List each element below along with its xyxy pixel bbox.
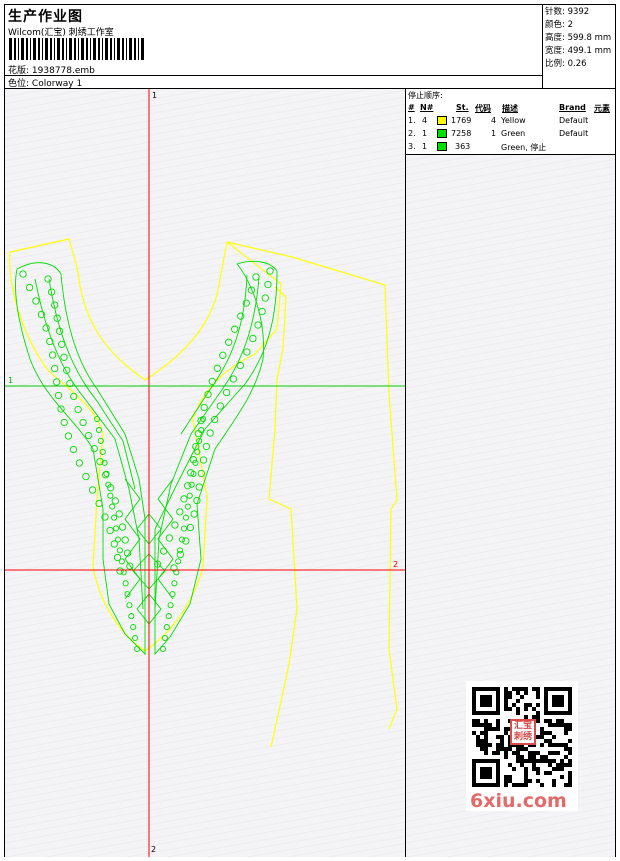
stat-scale: 比例: 0.26 [545, 58, 615, 71]
row-desc: Yellow [501, 116, 526, 125]
table-row[interactable]: 1. 4 1769 4 Yellow Default [406, 116, 615, 129]
row-stitches: 363 [455, 142, 471, 151]
stat-height-value: 599.8 mm [567, 33, 612, 43]
design-preview-canvas[interactable]: 1 1 2 2 [5, 89, 406, 857]
stat-width-value: 499.1 mm [567, 46, 612, 56]
row-stitches: 7258 [451, 129, 472, 138]
page-title: 生产作业图 [8, 9, 83, 25]
row-needle: 1 [422, 129, 428, 138]
row-index: 2. [408, 129, 416, 138]
design-label: 花版: [8, 66, 30, 76]
colorway-row: 色位: Colorway 1 [8, 76, 82, 89]
stop-sequence-table: 停止顺序: # N# St. 代码 描述 Brand 元素 1. 4 1769 … [406, 89, 615, 155]
garment-outline [9, 238, 398, 748]
stat-scale-label: 比例: [545, 59, 565, 69]
axis-label-top: 1 [152, 91, 158, 100]
col-element: 元素 [594, 104, 610, 113]
stat-stitches-value: 9392 [567, 7, 590, 17]
row-index: 1. [408, 116, 416, 125]
row-code: 4 [491, 116, 497, 125]
row-code: 1 [491, 129, 497, 138]
row-needle: 1 [422, 142, 428, 151]
row-needle: 4 [422, 116, 428, 125]
stop-sequence-title: 停止顺序: [408, 91, 443, 100]
watermark-text: 6xiu.com [470, 790, 567, 812]
company-name: Wilcom(汇宝) 刺绣工作室 [8, 28, 114, 38]
color-swatch [437, 129, 447, 138]
row-index: 3. [408, 142, 416, 151]
stamp-seal-icon: 汇宝 刺绣 [510, 719, 536, 745]
row-desc: Green [501, 129, 526, 138]
col-no: N# [420, 103, 434, 112]
axis-label-right: 2 [393, 560, 399, 569]
colorway-value: Colorway 1 [31, 79, 83, 89]
embroidery-pattern [15, 260, 278, 656]
table-row[interactable]: 3. 1 363 Green, 停止 [406, 142, 615, 155]
design-value: 1938778.emb [31, 66, 95, 76]
stat-width-label: 宽度: [545, 46, 565, 56]
axis-label-bottom: 2 [151, 845, 157, 854]
col-st: St. [456, 103, 469, 112]
row-brand: Default [559, 129, 589, 138]
axis-label-left: 1 [8, 376, 14, 385]
embroidery-preview [5, 89, 405, 857]
stat-stitches-label: 针数: [545, 7, 565, 17]
color-swatch [437, 142, 447, 151]
table-row[interactable]: 2. 1 7258 1 Green Default [406, 129, 615, 142]
col-brand: Brand [559, 103, 586, 112]
colorway-label: 色位: [8, 79, 30, 89]
stat-colors: 颜色: 2 [545, 19, 615, 32]
stat-height: 高度: 599.8 mm [545, 32, 615, 45]
col-desc: 描述 [502, 104, 518, 113]
col-code: 代码 [475, 104, 491, 113]
stat-colors-value: 2 [567, 20, 573, 30]
stat-width: 宽度: 499.1 mm [545, 45, 615, 58]
design-stats: 针数: 9392 颜色: 2 高度: 599.8 mm 宽度: 499.1 mm… [542, 5, 615, 89]
barcode-icon [9, 38, 144, 60]
color-swatch [437, 116, 447, 125]
col-hash: # [408, 103, 415, 112]
stat-stitches: 针数: 9392 [545, 6, 615, 19]
row-brand: Default [559, 116, 589, 125]
stat-scale-value: 0.26 [567, 59, 587, 69]
design-file-row: 花版: 1938778.emb [8, 63, 95, 76]
stat-height-label: 高度: [545, 33, 565, 43]
header: 生产作业图 Wilcom(汇宝) 刺绣工作室 花版: 1938778.emb 色… [5, 5, 615, 89]
row-stitches: 1769 [451, 116, 472, 125]
row-desc: Green, 停止 [501, 143, 547, 152]
stat-colors-label: 颜色: [545, 20, 565, 30]
